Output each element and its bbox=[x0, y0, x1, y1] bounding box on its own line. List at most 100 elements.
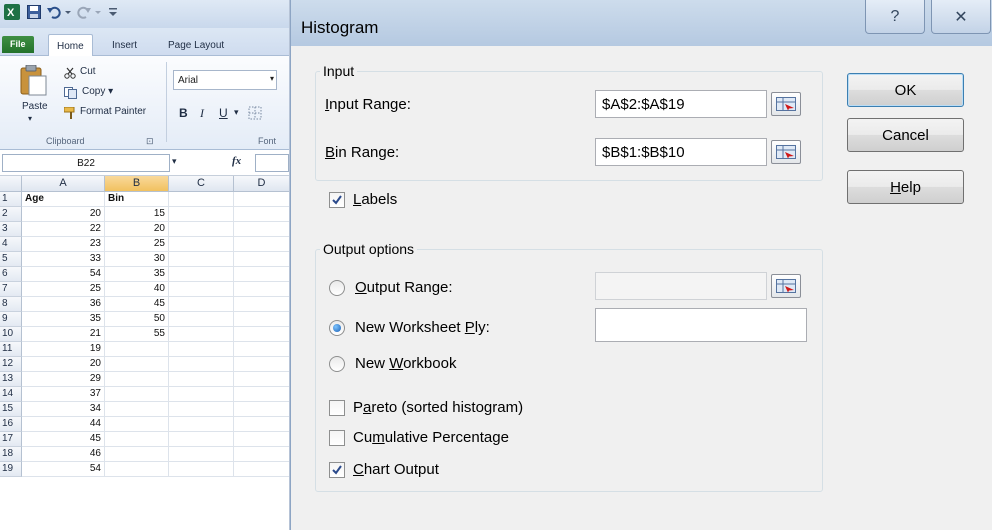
cell-d[interactable] bbox=[234, 447, 289, 462]
cell-d[interactable] bbox=[234, 267, 289, 282]
cell-d[interactable] bbox=[234, 327, 289, 342]
cell-c[interactable] bbox=[169, 267, 234, 282]
cell-c[interactable] bbox=[169, 297, 234, 312]
bin-range-field[interactable]: $B$1:$B$10 bbox=[595, 138, 767, 166]
row-header[interactable]: 2 bbox=[0, 207, 22, 222]
cell-c[interactable] bbox=[169, 432, 234, 447]
cell-d[interactable] bbox=[234, 312, 289, 327]
insert-function-icon[interactable]: fx bbox=[232, 155, 241, 167]
row-header[interactable]: 19 bbox=[0, 462, 22, 477]
cell-a[interactable]: 54 bbox=[22, 267, 105, 282]
cell-b[interactable] bbox=[105, 402, 169, 417]
cell-d[interactable] bbox=[234, 222, 289, 237]
pareto-checkbox[interactable] bbox=[329, 400, 345, 416]
cell-c[interactable] bbox=[169, 462, 234, 477]
cell-d[interactable] bbox=[234, 402, 289, 417]
cell-d[interactable] bbox=[234, 462, 289, 477]
row-header[interactable]: 18 bbox=[0, 447, 22, 462]
cell-b[interactable] bbox=[105, 342, 169, 357]
cell-d[interactable] bbox=[234, 252, 289, 267]
cell-d[interactable] bbox=[234, 342, 289, 357]
cell-a[interactable]: 45 bbox=[22, 432, 105, 447]
underline-dropdown-icon[interactable]: ▾ bbox=[234, 107, 239, 118]
cell-b[interactable]: 15 bbox=[105, 207, 169, 222]
cancel-button[interactable]: Cancel bbox=[847, 118, 964, 152]
formula-bar[interactable] bbox=[255, 154, 289, 172]
cell-d[interactable] bbox=[234, 237, 289, 252]
cell-c[interactable] bbox=[169, 207, 234, 222]
cell-a[interactable]: 19 bbox=[22, 342, 105, 357]
cell-b[interactable] bbox=[105, 357, 169, 372]
output-range-field[interactable] bbox=[595, 272, 767, 300]
cell-a[interactable]: 37 bbox=[22, 387, 105, 402]
cell-a[interactable]: 20 bbox=[22, 357, 105, 372]
row-header[interactable]: 17 bbox=[0, 432, 22, 447]
cell-c[interactable] bbox=[169, 192, 234, 207]
input-range-picker-button[interactable] bbox=[771, 92, 801, 116]
chart-output-checkbox[interactable] bbox=[329, 462, 345, 478]
borders-icon[interactable] bbox=[248, 106, 262, 125]
tab-file[interactable]: File bbox=[2, 36, 34, 53]
cell-b[interactable]: 25 bbox=[105, 237, 169, 252]
cell-d[interactable] bbox=[234, 372, 289, 387]
row-header[interactable]: 8 bbox=[0, 297, 22, 312]
clipboard-launcher-icon[interactable]: ⊡ bbox=[146, 136, 154, 147]
cell-a[interactable]: 36 bbox=[22, 297, 105, 312]
cell-d[interactable] bbox=[234, 297, 289, 312]
row-header[interactable]: 14 bbox=[0, 387, 22, 402]
cell-b[interactable] bbox=[105, 372, 169, 387]
undo-dropdown-icon[interactable] bbox=[64, 4, 72, 20]
customize-qat-icon[interactable] bbox=[108, 4, 118, 20]
select-all-corner[interactable] bbox=[0, 176, 22, 192]
cell-c[interactable] bbox=[169, 387, 234, 402]
cell-d[interactable] bbox=[234, 432, 289, 447]
cell-b[interactable] bbox=[105, 417, 169, 432]
cell-a[interactable]: 20 bbox=[22, 207, 105, 222]
cell-c[interactable] bbox=[169, 417, 234, 432]
cell-a[interactable]: 46 bbox=[22, 447, 105, 462]
cell-c[interactable] bbox=[169, 327, 234, 342]
redo-icon[interactable] bbox=[76, 4, 92, 20]
spreadsheet-grid[interactable]: A B C D 1 Age Bin 2 20 15 3 22 20 4 23 25 5 33 30 6 54 35… bbox=[0, 176, 289, 530]
column-header-d[interactable]: D bbox=[234, 176, 289, 192]
help-titlebar-button[interactable]: ? bbox=[865, 0, 925, 34]
underline-button[interactable]: U bbox=[219, 106, 228, 120]
new-workbook-radio[interactable] bbox=[329, 356, 345, 372]
tab-page-layout[interactable]: Page Layout bbox=[160, 34, 232, 56]
column-header-c[interactable]: C bbox=[169, 176, 234, 192]
cell-c[interactable] bbox=[169, 252, 234, 267]
cell-b[interactable]: 45 bbox=[105, 297, 169, 312]
row-header[interactable]: 6 bbox=[0, 267, 22, 282]
row-header[interactable]: 10 bbox=[0, 327, 22, 342]
ok-button[interactable]: OK bbox=[847, 73, 964, 107]
undo-icon[interactable] bbox=[46, 4, 62, 20]
cell-c[interactable] bbox=[169, 342, 234, 357]
italic-button[interactable]: I bbox=[200, 106, 204, 121]
cell-b[interactable]: 55 bbox=[105, 327, 169, 342]
cell-d[interactable] bbox=[234, 417, 289, 432]
close-button[interactable]: ✕ bbox=[931, 0, 991, 34]
copy-button[interactable]: Copy ▾ bbox=[82, 86, 113, 97]
cumulative-percentage-checkbox[interactable] bbox=[329, 430, 345, 446]
cut-button[interactable]: Cut bbox=[80, 66, 96, 77]
cell-a[interactable]: 35 bbox=[22, 312, 105, 327]
cell-b[interactable]: 20 bbox=[105, 222, 169, 237]
font-dropdown-icon[interactable]: ▾ bbox=[270, 74, 274, 83]
cell-c[interactable] bbox=[169, 312, 234, 327]
cell-b[interactable]: 35 bbox=[105, 267, 169, 282]
cell-a[interactable]: 34 bbox=[22, 402, 105, 417]
tab-home[interactable]: Home bbox=[48, 34, 93, 56]
cell-a[interactable]: 25 bbox=[22, 282, 105, 297]
cell-c[interactable] bbox=[169, 447, 234, 462]
cell-a[interactable]: 33 bbox=[22, 252, 105, 267]
help-button[interactable]: Help bbox=[847, 170, 964, 204]
row-header[interactable]: 11 bbox=[0, 342, 22, 357]
cell-d[interactable] bbox=[234, 282, 289, 297]
new-worksheet-ply-field[interactable] bbox=[595, 308, 807, 342]
cell-b[interactable] bbox=[105, 462, 169, 477]
row-header[interactable]: 16 bbox=[0, 417, 22, 432]
row-header[interactable]: 4 bbox=[0, 237, 22, 252]
bin-range-picker-button[interactable] bbox=[771, 140, 801, 164]
cell-c[interactable] bbox=[169, 222, 234, 237]
cell-b[interactable] bbox=[105, 387, 169, 402]
